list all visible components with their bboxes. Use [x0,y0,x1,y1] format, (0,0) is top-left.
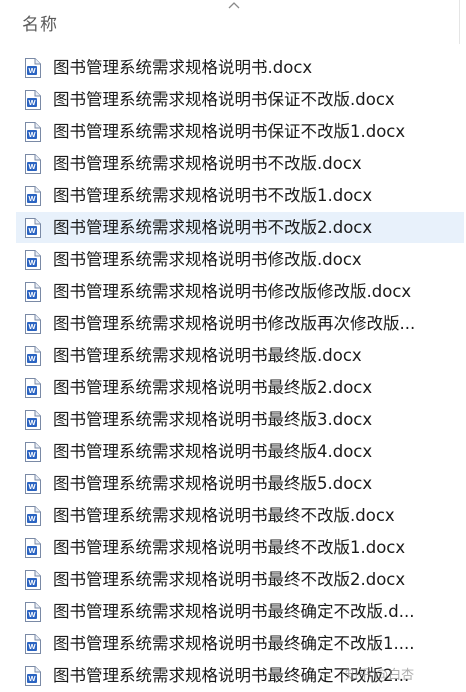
word-doc-icon: W [24,506,41,526]
file-name: 图书管理系统需求规格说明书最终版5.docx [53,474,373,493]
word-doc-icon: W [24,122,41,142]
word-doc-icon: W [24,602,41,622]
word-doc-icon: W [24,666,41,686]
svg-text:W: W [28,418,36,427]
file-row[interactable]: W 图书管理系统需求规格说明书保证不改版1.docx [0,116,466,148]
svg-text:W: W [28,386,36,395]
watermark: 知乎 @白杏 [345,668,415,683]
column-divider[interactable] [459,0,460,44]
file-name: 图书管理系统需求规格说明书不改版1.docx [53,186,373,205]
file-name: 图书管理系统需求规格说明书不改版.docx [53,154,362,173]
word-doc-icon: W [24,186,41,206]
column-header: 名称 [0,0,466,44]
word-doc-icon: W [24,378,41,398]
word-doc-icon: W [24,474,41,494]
word-doc-icon: W [24,410,41,430]
file-row[interactable]: W 图书管理系统需求规格说明书最终版.docx [0,340,466,372]
svg-text:W: W [28,578,36,587]
file-name: 图书管理系统需求规格说明书保证不改版1.docx [53,122,406,141]
file-row[interactable]: W 图书管理系统需求规格说明书最终版2.docx [0,372,466,404]
file-name: 图书管理系统需求规格说明书最终确定不改版.d... [53,602,415,621]
file-name: 图书管理系统需求规格说明书最终版2.docx [53,378,373,397]
svg-text:W: W [28,290,36,299]
svg-text:W: W [28,130,36,139]
file-row[interactable]: W 图书管理系统需求规格说明书最终确定不改版.d... [0,596,466,628]
word-doc-icon: W [24,314,41,334]
file-row[interactable]: W 图书管理系统需求规格说明书最终不改版1.docx [0,532,466,564]
svg-text:W: W [28,642,36,651]
svg-text:W: W [28,450,36,459]
svg-text:W: W [28,546,36,555]
file-list: W 图书管理系统需求规格说明书.docx W 图书管理系统需求规格说明书保证不改版.d… [0,52,466,692]
file-name: 图书管理系统需求规格说明书.docx [53,58,313,77]
file-name: 图书管理系统需求规格说明书最终不改版.docx [53,506,395,525]
file-row[interactable]: W 图书管理系统需求规格说明书最终版3.docx [0,404,466,436]
word-doc-icon: W [24,346,41,366]
word-doc-icon: W [24,154,41,174]
chevron-up-icon[interactable] [228,1,240,9]
word-doc-icon: W [24,570,41,590]
file-name: 图书管理系统需求规格说明书最终不改版1.docx [53,538,406,557]
word-doc-icon: W [24,442,41,462]
file-name: 图书管理系统需求规格说明书修改版修改版.docx [53,282,412,301]
svg-text:W: W [28,322,36,331]
word-doc-icon: W [24,58,41,78]
svg-text:W: W [28,354,36,363]
file-name: 图书管理系统需求规格说明书最终版4.docx [53,442,373,461]
svg-text:W: W [28,482,36,491]
word-doc-icon: W [24,250,41,270]
file-name: 图书管理系统需求规格说明书保证不改版.docx [53,90,395,109]
word-doc-icon: W [24,218,41,238]
file-name: 图书管理系统需求规格说明书不改版2.docx [53,218,373,237]
svg-text:W: W [28,610,36,619]
name-column-header[interactable]: 名称 [22,10,58,35]
file-row[interactable]: W 图书管理系统需求规格说明书.docx [0,52,466,84]
svg-text:W: W [28,162,36,171]
svg-text:W: W [28,514,36,523]
svg-text:W: W [28,674,36,683]
svg-text:W: W [28,98,36,107]
file-name: 图书管理系统需求规格说明书修改版.docx [53,250,362,269]
file-row[interactable]: W 图书管理系统需求规格说明书不改版2.docx [0,212,466,244]
file-name: 图书管理系统需求规格说明书最终不改版2.docx [53,570,406,589]
word-doc-icon: W [24,634,41,654]
file-name: 图书管理系统需求规格说明书最终确定不改版1.... [53,634,415,653]
file-row[interactable]: W 图书管理系统需求规格说明书最终版4.docx [0,436,466,468]
file-row[interactable]: W 图书管理系统需求规格说明书不改版.docx [0,148,466,180]
svg-text:W: W [28,226,36,235]
file-row[interactable]: W 图书管理系统需求规格说明书最终版5.docx [0,468,466,500]
svg-text:W: W [28,66,36,75]
file-name: 图书管理系统需求规格说明书最终版.docx [53,346,362,365]
word-doc-icon: W [24,282,41,302]
file-row[interactable]: W 图书管理系统需求规格说明书最终不改版.docx [0,500,466,532]
file-row[interactable]: W 图书管理系统需求规格说明书最终确定不改版1.... [0,628,466,660]
file-row[interactable]: W 图书管理系统需求规格说明书修改版修改版.docx [0,276,466,308]
svg-text:W: W [28,194,36,203]
word-doc-icon: W [24,538,41,558]
word-doc-icon: W [24,90,41,110]
file-name: 图书管理系统需求规格说明书最终版3.docx [53,410,373,429]
svg-text:W: W [28,258,36,267]
file-row[interactable]: W 图书管理系统需求规格说明书修改版.docx [0,244,466,276]
file-row[interactable]: W 图书管理系统需求规格说明书保证不改版.docx [0,84,466,116]
file-row[interactable]: W 图书管理系统需求规格说明书最终不改版2.docx [0,564,466,596]
file-name: 图书管理系统需求规格说明书修改版再次修改版... [53,314,416,333]
file-row[interactable]: W 图书管理系统需求规格说明书修改版再次修改版... [0,308,466,340]
file-row[interactable]: W 图书管理系统需求规格说明书不改版1.docx [0,180,466,212]
